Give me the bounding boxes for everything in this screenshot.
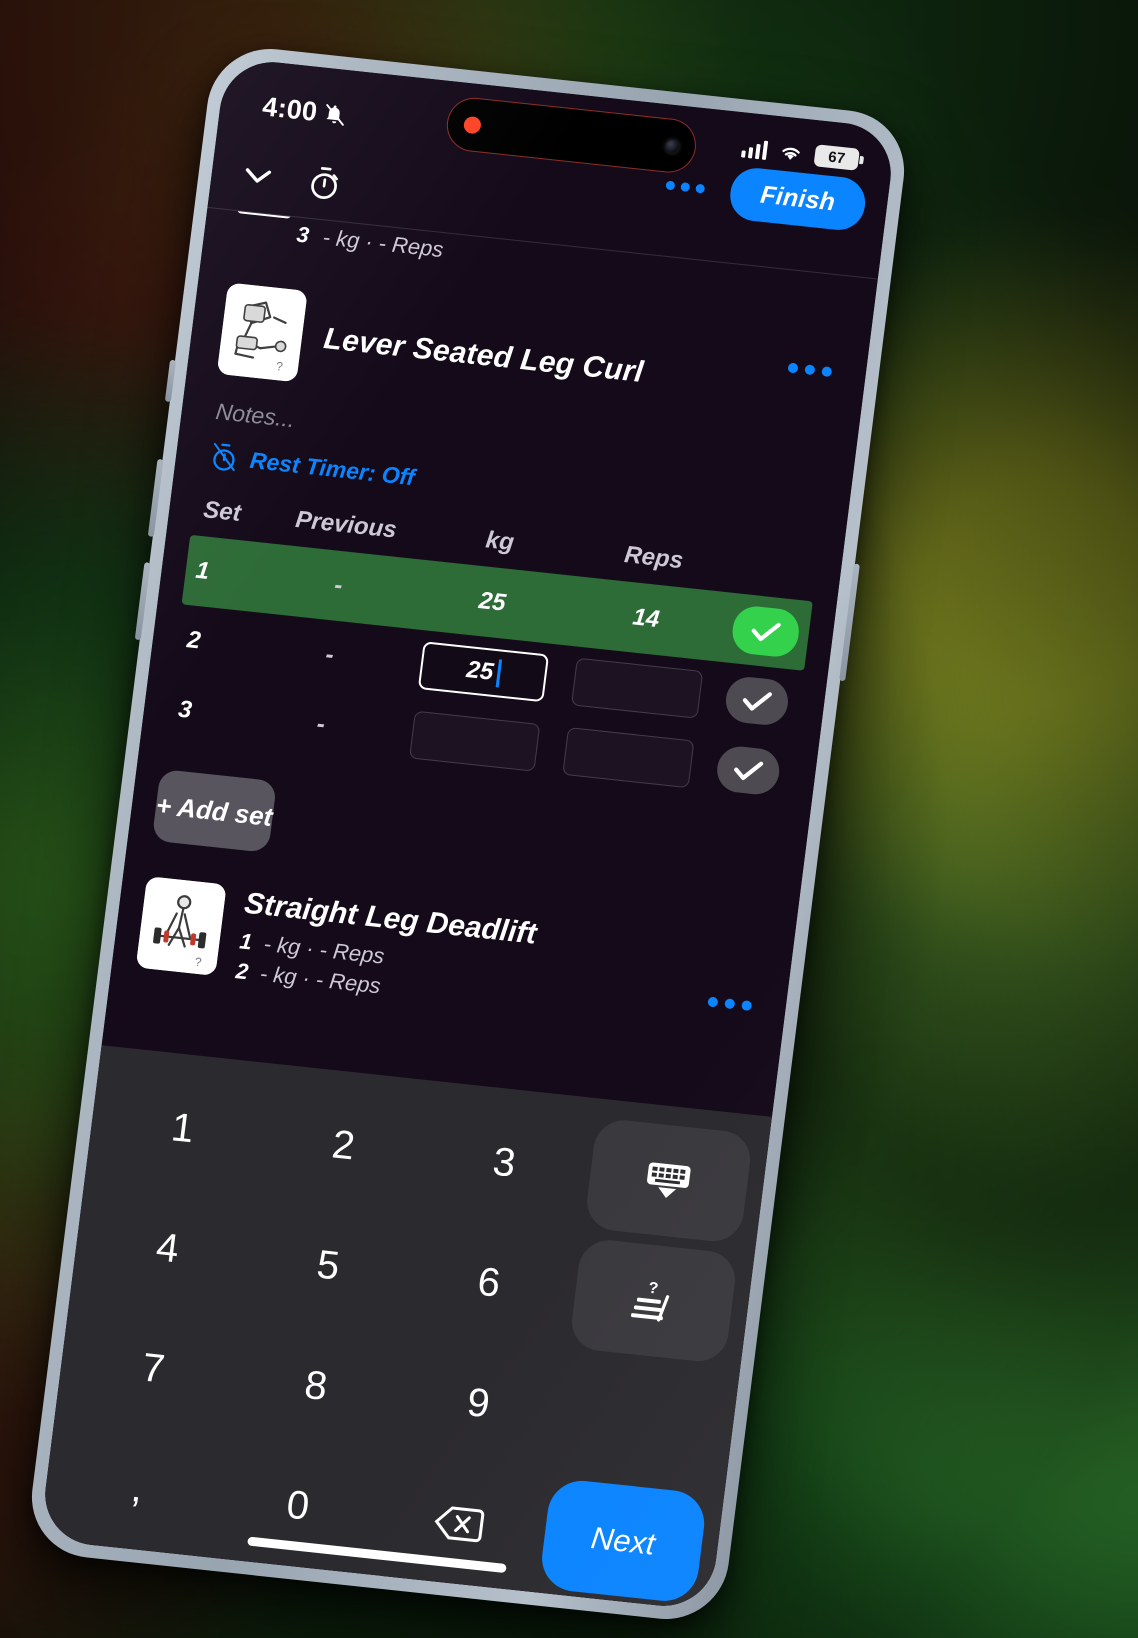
previous-value: - (324, 641, 336, 669)
hide-keyboard-key[interactable] (583, 1117, 754, 1245)
kg-input[interactable]: 25 (417, 641, 550, 703)
stopwatch-icon[interactable] (305, 163, 343, 202)
column-kg: kg (484, 526, 516, 557)
column-check (731, 566, 817, 575)
key-8[interactable]: 8 (234, 1323, 399, 1449)
exercise-title[interactable]: Lever Seated Leg Curl (322, 322, 645, 390)
next-exercise-card: ? Straight Leg Deadlift 1- kg · - Reps 2-… (111, 848, 797, 1043)
text-cursor (495, 659, 502, 688)
svg-text:?: ? (648, 1279, 660, 1297)
add-set-button[interactable]: + Add set (151, 768, 277, 853)
numeric-keyboard: 1 2 3 4 5 6? 7 8 9, 0 Next (39, 1045, 772, 1611)
deadlift-icon[interactable]: ? (135, 876, 227, 976)
key-comma[interactable]: , (56, 1426, 219, 1552)
previous-set-number: 3 (295, 221, 311, 248)
column-previous: Previous (293, 506, 399, 544)
leg-curl-machine-illustration: ? (216, 282, 308, 383)
previous-value: - (332, 571, 345, 600)
set-number: 2 (234, 958, 250, 985)
battery-level: 67 (827, 148, 847, 167)
bell-slash-icon (326, 103, 344, 126)
front-camera-icon (665, 138, 680, 154)
key-next[interactable]: Next (537, 1477, 709, 1605)
leg-curl-machine-icon[interactable]: ? (216, 282, 308, 383)
backspace-icon (434, 1505, 485, 1542)
recording-dot-icon (462, 115, 482, 134)
rest-timer-icon (213, 442, 235, 472)
key-1[interactable]: 1 (101, 1066, 264, 1192)
screenshot-scene: 4:00 67 Finish 3 - kg · - Reps ? Lever S… (0, 0, 1138, 1638)
kg-value[interactable]: 25 (414, 580, 571, 624)
key-2[interactable]: 2 (262, 1083, 425, 1209)
empty-key (559, 1358, 724, 1484)
reps-input[interactable] (571, 657, 704, 719)
exercise-more-icon[interactable] (787, 362, 833, 378)
status-bar-left: 4:00 (261, 91, 349, 131)
set-complete-cell (711, 674, 802, 729)
kg-input[interactable] (408, 710, 541, 772)
plate-calculator-icon: ? (631, 1279, 670, 1322)
checkmark-icon (751, 622, 781, 642)
key-4[interactable]: 4 (86, 1186, 249, 1312)
set-complete-button[interactable] (729, 604, 802, 659)
chevron-down-icon[interactable] (236, 160, 279, 192)
wifi-icon (782, 147, 800, 160)
reps-value[interactable]: 14 (567, 597, 724, 641)
previous-value: - (315, 710, 327, 739)
set-complete-button[interactable] (714, 744, 782, 797)
reps-input[interactable] (562, 727, 695, 789)
column-reps: Reps (622, 541, 685, 575)
clock-time: 4:00 (260, 91, 320, 127)
column-set: Set (201, 496, 243, 527)
key-6[interactable]: 6 (408, 1220, 571, 1346)
keyboard-rows: 1 2 3 4 5 6? 7 8 9, 0 Next (49, 1060, 760, 1610)
battery-indicator: 67 (813, 144, 860, 171)
set-complete-button[interactable] (723, 674, 791, 728)
plate-calculator-key[interactable]: ? (568, 1237, 739, 1365)
hide-keyboard-icon (647, 1162, 692, 1198)
key-9[interactable]: 9 (396, 1341, 561, 1467)
set-number: 1 (194, 556, 211, 585)
rest-timer-label: Rest Timer: Off (248, 446, 417, 490)
set-number: 2 (185, 626, 203, 655)
navbar-left-actions (236, 156, 344, 203)
next-exercise-body: Straight Leg Deadlift 1- kg · - Reps 2- k… (234, 887, 763, 1039)
key-5[interactable]: 5 (247, 1203, 410, 1329)
set-number: 1 (238, 928, 254, 955)
key-3[interactable]: 3 (423, 1100, 586, 1226)
set-number: 3 (176, 695, 194, 724)
set-complete-cell (720, 603, 812, 660)
status-bar-right: 67 (740, 136, 860, 171)
set-complete-cell (703, 743, 794, 798)
deadlift-illustration: ? (135, 876, 227, 976)
workout-more-icon[interactable] (665, 180, 706, 194)
cellular-bars-icon (740, 137, 769, 160)
checkmark-icon (742, 692, 772, 711)
checkmark-icon (734, 761, 764, 781)
key-7[interactable]: 7 (71, 1306, 236, 1432)
